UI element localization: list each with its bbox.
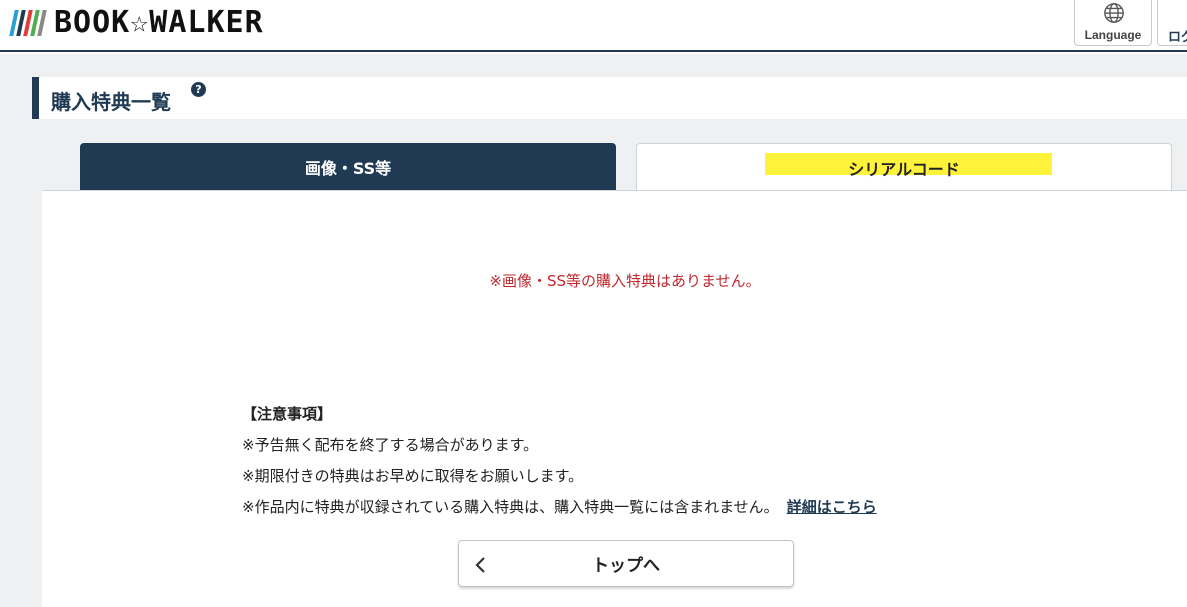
- login-button[interactable]: ログ: [1157, 0, 1187, 46]
- note-item-with-link: ※作品内に特典が収録されている購入特典は、購入特典一覧には含まれません。 詳細はこ…: [242, 492, 877, 523]
- details-link[interactable]: 詳細はこちら: [787, 498, 877, 516]
- language-label: Language: [1084, 28, 1142, 42]
- content-panel: ※画像・SS等の購入特典はありません。 【注意事項】 ※予告無く配布を終了する場…: [42, 190, 1187, 607]
- tab-serial-label: シリアルコード: [848, 159, 960, 179]
- site-header: BOOK☆WALKER Language ログ: [0, 0, 1187, 52]
- page-title: 購入特典一覧: [51, 90, 171, 114]
- notes-title: 【注意事項】: [242, 405, 333, 423]
- login-label: ログ: [1168, 30, 1187, 45]
- bookwalker-logo[interactable]: BOOK☆WALKER: [9, 4, 264, 40]
- back-to-top-label: トップへ: [592, 556, 660, 576]
- logo-stripes-icon: [9, 8, 47, 36]
- notes-section: 【注意事項】 ※予告無く配布を終了する場合があります。 ※期限付きの特典はお早め…: [242, 399, 877, 523]
- chevron-left-icon: [475, 557, 485, 573]
- back-to-top-button[interactable]: トップへ: [458, 540, 794, 587]
- help-icon[interactable]: ?: [191, 82, 206, 97]
- note-item: ※期限付きの特典はお早めに取得をお願いします。: [242, 467, 584, 485]
- globe-icon: [1104, 3, 1124, 23]
- empty-message: ※画像・SS等の購入特典はありません。: [489, 272, 761, 290]
- tab-serial-code[interactable]: シリアルコード: [636, 143, 1172, 191]
- page-title-bar: 購入特典一覧 ?: [32, 77, 1187, 119]
- language-button[interactable]: Language: [1074, 0, 1152, 46]
- tab-images-ss[interactable]: 画像・SS等: [80, 143, 616, 191]
- note-item: ※作品内に特典が収録されている購入特典は、購入特典一覧には含まれません。: [242, 498, 779, 516]
- tab-images-label: 画像・SS等: [304, 159, 392, 178]
- note-item: ※予告無く配布を終了する場合があります。: [242, 436, 539, 454]
- logo-text: BOOK☆WALKER: [54, 4, 264, 40]
